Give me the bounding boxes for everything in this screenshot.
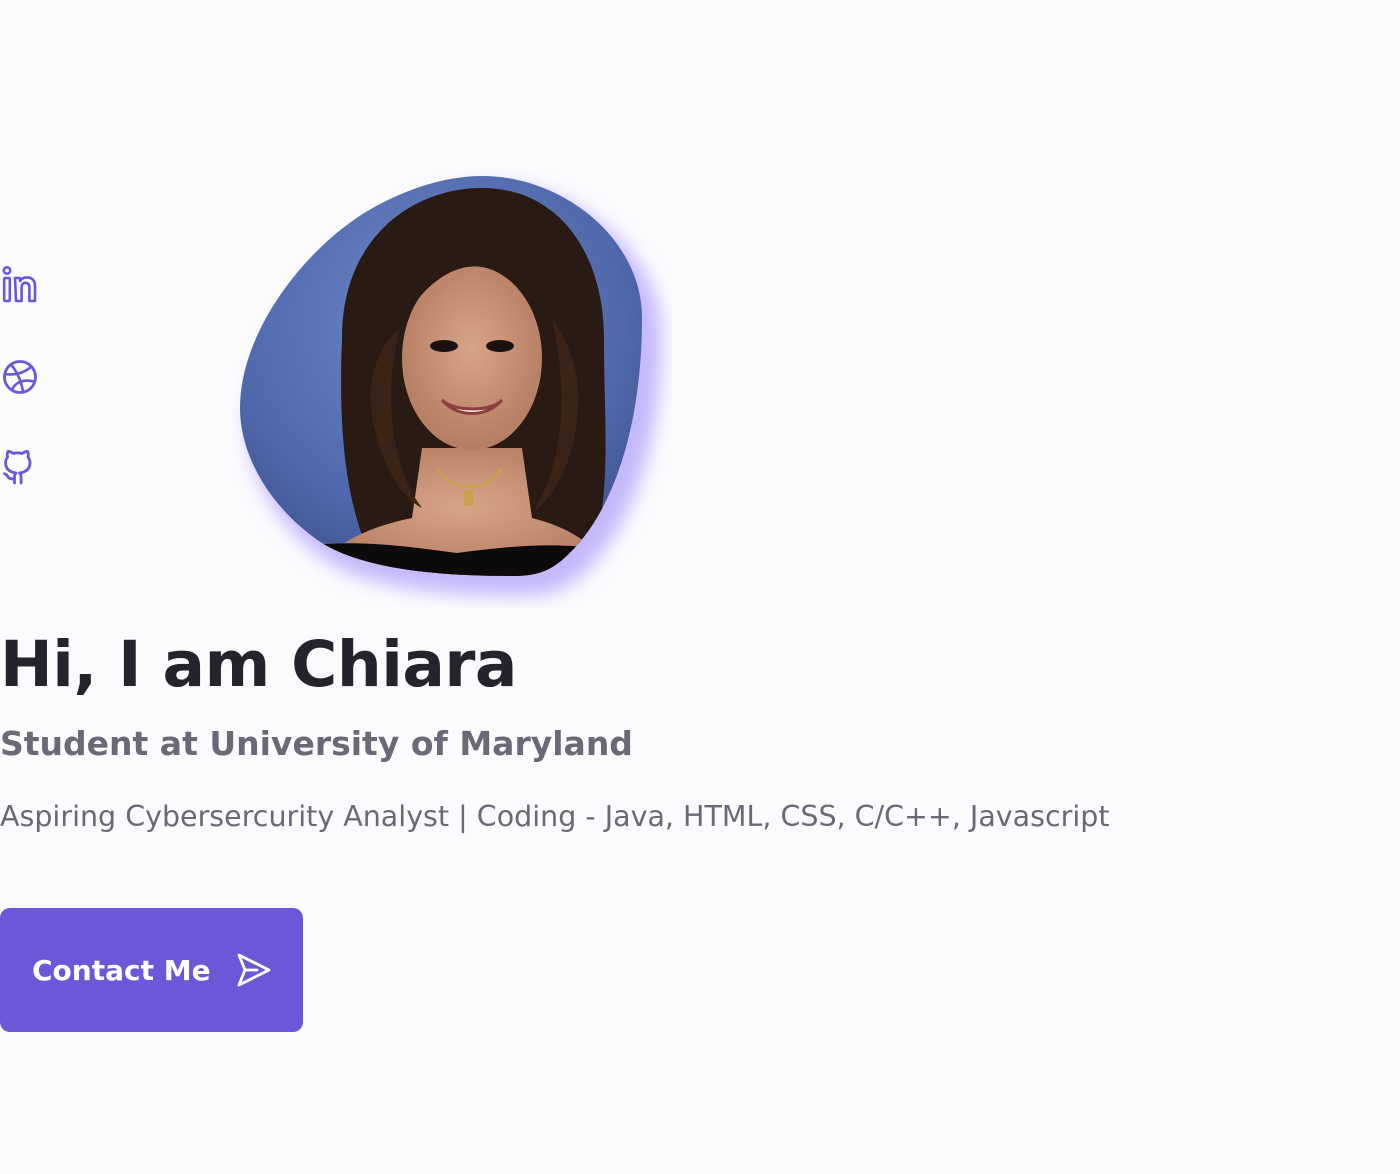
linkedin-icon — [0, 265, 40, 305]
description: Aspiring Cybersercurity Analyst | Coding… — [0, 800, 1110, 833]
profile-photo — [232, 168, 672, 608]
subtitle: Student at University of Maryland — [0, 724, 633, 763]
home-section: Hi, I am Chiara Student at University of… — [0, 0, 1400, 1174]
send-icon — [235, 951, 273, 989]
dribbble-link[interactable] — [0, 354, 42, 396]
linkedin-link[interactable] — [0, 264, 42, 306]
contact-button-label: Contact Me — [32, 953, 211, 987]
github-link[interactable] — [0, 444, 42, 486]
contact-button[interactable]: Contact Me — [0, 908, 303, 1032]
github-icon — [0, 445, 40, 485]
greeting-heading: Hi, I am Chiara — [0, 628, 517, 701]
dribbble-icon — [0, 355, 40, 395]
